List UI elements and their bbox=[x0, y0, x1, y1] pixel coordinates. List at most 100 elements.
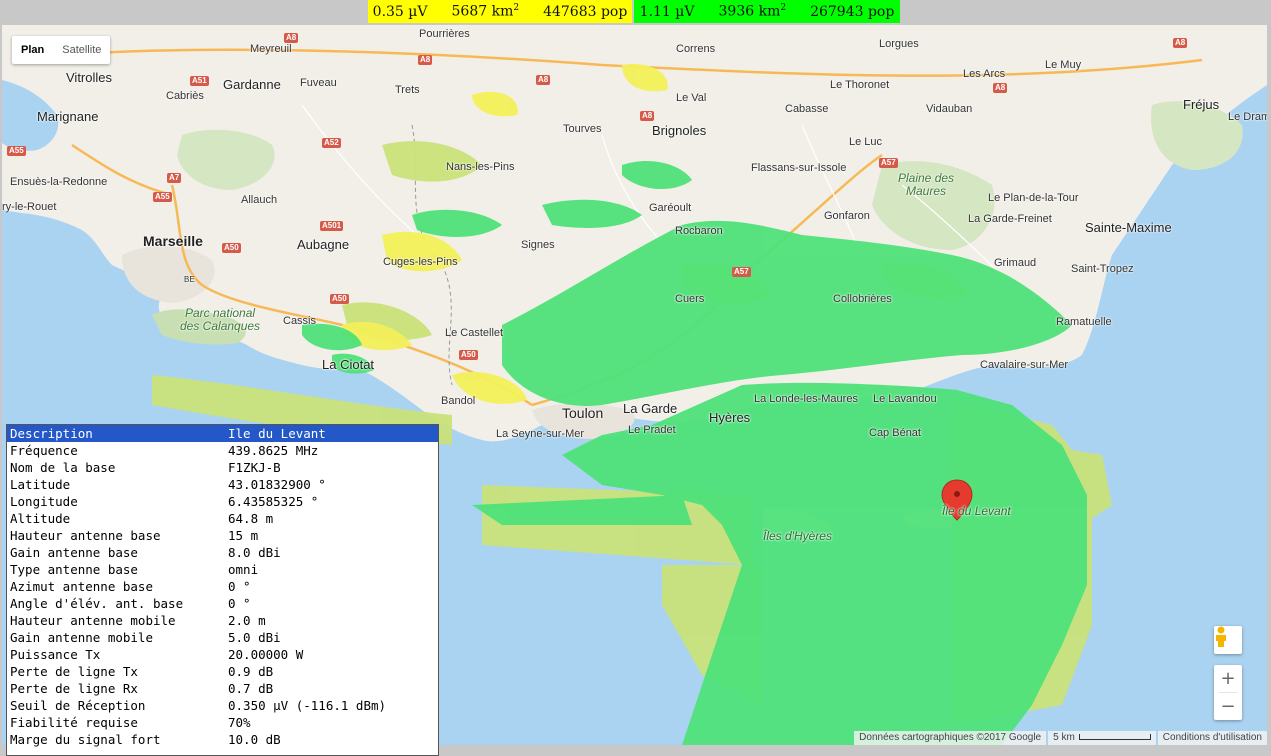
road-shield: A50 bbox=[459, 350, 478, 360]
info-row: Latitude 43.01832900 ° bbox=[7, 476, 438, 493]
coverage-green-population: 267943 pop bbox=[810, 3, 895, 20]
street-view-pegman-icon[interactable] bbox=[1214, 626, 1242, 654]
road-shield: A7 bbox=[167, 173, 182, 183]
info-row-value: 0.7 dB bbox=[228, 681, 274, 696]
info-row: Fréquence 439.8625 MHz bbox=[7, 442, 438, 459]
place-meyreuil: Meyreuil bbox=[250, 43, 292, 55]
info-row-key: Perte de ligne Rx bbox=[10, 681, 138, 696]
place-pourrieres: Pourrières bbox=[419, 28, 470, 40]
info-row-value: 0 ° bbox=[228, 579, 251, 594]
place-cassis: Cassis bbox=[283, 315, 317, 327]
place-gareoult: Garéoult bbox=[649, 202, 692, 214]
place-marignane: Marignane bbox=[37, 109, 99, 124]
zoom-in-button[interactable]: + bbox=[1214, 665, 1242, 692]
info-row-key: Seuil de Réception bbox=[10, 698, 146, 713]
info-row: Fiabilité requise 70% bbox=[7, 714, 438, 731]
place-gardanne: Gardanne bbox=[223, 77, 281, 92]
place-brignoles: Brignoles bbox=[652, 123, 707, 138]
info-row-value: 6.43585325 ° bbox=[228, 494, 319, 509]
info-row: Gain antenne base 8.0 dBi bbox=[7, 544, 438, 561]
info-row: Nom de la base F1ZKJ-B bbox=[7, 459, 438, 476]
info-row-value: 5.0 dBi bbox=[228, 630, 281, 645]
info-row-key: Hauteur antenne mobile bbox=[10, 613, 176, 628]
info-row-key: Fiabilité requise bbox=[10, 715, 138, 730]
terms-link[interactable]: Conditions d'utilisation bbox=[1157, 731, 1267, 745]
scale-bar bbox=[1078, 734, 1151, 741]
place-ensues: Ensuès-la-Redonne bbox=[10, 176, 108, 188]
info-row-key: Type antenne base bbox=[10, 562, 138, 577]
info-row-key: Puissance Tx bbox=[10, 647, 101, 662]
info-row-key: Fréquence bbox=[10, 443, 78, 458]
map-attribution: Données cartographiques ©2017 Google 5 k… bbox=[852, 731, 1267, 745]
zoom-out-button[interactable]: − bbox=[1214, 693, 1242, 720]
place-le-pradet: Le Pradet bbox=[628, 424, 676, 436]
place-vitrolles: Vitrolles bbox=[66, 70, 113, 85]
place-londe: La Londe-les-Maures bbox=[754, 393, 858, 405]
place-vidauban: Vidauban bbox=[926, 103, 973, 115]
coverage-bar: 0.35 µV 5687 km2 447683 pop 1.11 µV 3936… bbox=[0, 0, 1271, 25]
place-cap-benat: Cap Bénat bbox=[869, 427, 921, 439]
place-cuges: Cuges-les-Pins bbox=[383, 256, 458, 268]
road-shield: A57 bbox=[879, 158, 898, 168]
place-tourves: Tourves bbox=[563, 123, 602, 135]
pegman-icon bbox=[1216, 626, 1226, 647]
info-row: Angle d'élév. ant. base 0 ° bbox=[7, 595, 438, 612]
place-bandol: Bandol bbox=[441, 395, 476, 407]
place-hyeres: Hyères bbox=[709, 410, 751, 425]
info-row-value: 0 ° bbox=[228, 596, 251, 611]
map-type-satellite-button[interactable]: Satellite bbox=[53, 36, 110, 64]
info-row: Azimut antenne base 0 ° bbox=[7, 578, 438, 595]
info-row-key: Angle d'élév. ant. base bbox=[10, 596, 184, 611]
info-row-key: Gain antenne mobile bbox=[10, 630, 153, 645]
zoom-control: + − bbox=[1214, 665, 1242, 720]
road-shield: A57 bbox=[732, 267, 751, 277]
coverage-yellow-summary: 0.35 µV 5687 km2 447683 pop bbox=[368, 0, 632, 23]
info-row-key: Gain antenne base bbox=[10, 545, 138, 560]
info-row-key: Latitude bbox=[10, 477, 71, 492]
info-row-value: 64.8 m bbox=[228, 511, 274, 526]
place-lavandou: Le Lavandou bbox=[873, 393, 937, 405]
info-row-key: Marge du signal fort bbox=[10, 732, 161, 747]
place-plaine-maures: Plaine des Maures bbox=[898, 171, 955, 198]
info-header-row: Description Ile du Levant bbox=[7, 425, 438, 442]
place-le-dram: Le Dram bbox=[1228, 111, 1267, 123]
place-signes: Signes bbox=[521, 239, 555, 251]
place-saint-tropez: Saint-Tropez bbox=[1071, 263, 1134, 275]
info-row: Seuil de Réception 0.350 µV (-116.1 dBm) bbox=[7, 697, 438, 714]
road-shield: A8 bbox=[418, 55, 433, 65]
place-cuers: Cuers bbox=[675, 293, 705, 305]
road-shield: A51 bbox=[190, 76, 209, 86]
place-seyne: La Seyne-sur-Mer bbox=[496, 428, 585, 440]
info-row-value: 0.350 µV (-116.1 dBm) bbox=[228, 698, 387, 713]
info-row-key: Hauteur antenne base bbox=[10, 528, 161, 543]
place-le-val: Le Val bbox=[676, 92, 707, 104]
place-sainte-maxime: Sainte-Maxime bbox=[1085, 220, 1172, 235]
place-la-ciotat: La Ciotat bbox=[322, 357, 375, 372]
place-le-castellet: Le Castellet bbox=[445, 327, 504, 339]
place-toulon: Toulon bbox=[562, 405, 604, 421]
place-aubagne: Aubagne bbox=[297, 237, 350, 252]
coverage-green-summary: 1.11 µV 3936 km2 267943 pop bbox=[634, 0, 900, 23]
place-le-thoronet: Le Thoronet bbox=[830, 79, 890, 91]
info-row-value: 10.0 dB bbox=[228, 732, 281, 747]
place-la-garde: La Garde bbox=[623, 401, 678, 416]
info-row-value: 70% bbox=[228, 715, 251, 730]
road-shield: A8 bbox=[1173, 38, 1188, 48]
place-gonfaron: Gonfaron bbox=[824, 210, 870, 222]
map-type-plan-button[interactable]: Plan bbox=[12, 36, 53, 64]
info-row-value: 2.0 m bbox=[228, 613, 266, 628]
map-data-attribution: Données cartographiques ©2017 Google bbox=[854, 731, 1047, 745]
place-fuveau: Fuveau bbox=[300, 77, 337, 89]
info-row: Hauteur antenne mobile 2.0 m bbox=[7, 612, 438, 629]
info-row: Marge du signal fort 10.0 dB bbox=[7, 731, 438, 748]
place-cabasse: Cabasse bbox=[785, 103, 829, 115]
road-shield: A501 bbox=[320, 221, 344, 231]
info-row-key: Altitude bbox=[10, 511, 71, 526]
place-flassans: Flassans-sur-Issole bbox=[751, 162, 847, 174]
coverage-green-level: 1.11 µV bbox=[639, 3, 695, 20]
coverage-green-area: 3936 km2 bbox=[718, 3, 787, 20]
info-row-key: Nom de la base bbox=[10, 460, 116, 475]
road-shield: A55 bbox=[153, 192, 172, 202]
info-row: Perte de ligne Tx 0.9 dB bbox=[7, 663, 438, 680]
scale-indicator[interactable]: 5 km bbox=[1048, 731, 1156, 745]
